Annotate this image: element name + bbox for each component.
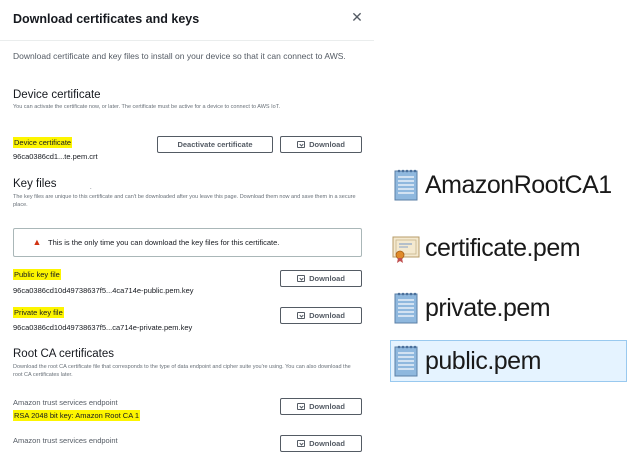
root-ca-key-1: RSA 2048 bit key: Amazon Root CA 1	[13, 410, 141, 421]
text-file-icon	[390, 344, 422, 378]
device-certificate-heading: Device certificate	[13, 89, 101, 101]
file-name: public.pem	[425, 346, 541, 375]
download-label: Download	[309, 274, 345, 283]
dialog-header: Download certificates and keys ✕	[0, 0, 374, 41]
device-certificate-filename: 96ca0386cd1...te.pem.crt	[13, 152, 98, 161]
download-icon	[297, 275, 306, 282]
close-icon[interactable]: ✕	[350, 10, 364, 24]
download-public-key-button[interactable]: Download	[280, 270, 362, 287]
download-icon	[297, 312, 306, 319]
text-file-icon	[390, 168, 422, 202]
file-item[interactable]: public.pem	[390, 341, 541, 381]
download-label: Download	[309, 140, 345, 149]
download-dialog: Download certificates and keys ✕ Downloa…	[0, 0, 374, 452]
file-name: private.pem	[425, 293, 551, 322]
file-item[interactable]: certificate.pem	[390, 228, 581, 268]
deactivate-certificate-label: Deactivate certificate	[177, 140, 253, 149]
download-label: Download	[309, 402, 345, 411]
text-file-icon	[390, 291, 422, 325]
download-icon	[297, 403, 306, 410]
file-name: certificate.pem	[425, 233, 581, 262]
root-ca-heading: Root CA certificates	[13, 348, 114, 360]
download-device-certificate-button[interactable]: Download	[280, 136, 362, 153]
root-ca-endpoint-1: Amazon trust services endpoint	[13, 398, 118, 407]
key-files-description: The key files are unique to this certifi…	[13, 194, 356, 208]
file-item[interactable]: AmazonRootCA1	[390, 165, 612, 205]
device-certificate-label-text: Device certificate	[13, 137, 73, 148]
download-root-ca-2-button[interactable]: Download	[280, 435, 362, 452]
intro-text: Download certificate and key files to in…	[13, 51, 346, 61]
file-item[interactable]: private.pem	[390, 288, 551, 328]
download-icon	[297, 141, 306, 148]
certificate-file-icon	[390, 231, 422, 265]
public-key-label-text: Public key file	[13, 269, 61, 280]
alert-text: This is the only time you can download t…	[48, 238, 280, 247]
root-ca-endpoint-2: Amazon trust services endpoint	[13, 436, 118, 445]
root-ca-key-1-text: RSA 2048 bit key: Amazon Root CA 1	[13, 410, 141, 421]
download-label: Download	[309, 439, 345, 448]
key-files-warning-alert: ▲ This is the only time you can download…	[13, 228, 362, 257]
deactivate-certificate-button[interactable]: Deactivate certificate	[157, 136, 273, 153]
private-key-label: Private key file	[13, 307, 64, 318]
dialog-title: Download certificates and keys	[13, 12, 200, 26]
download-private-key-button[interactable]: Download	[280, 307, 362, 324]
root-ca-description: Download the root CA certificate file th…	[13, 364, 351, 378]
file-list: AmazonRootCA1 certificate.pem private.pe…	[390, 160, 627, 400]
warning-icon: ▲	[32, 237, 42, 247]
stray-dot: .	[90, 185, 92, 191]
download-icon	[297, 440, 306, 447]
download-label: Download	[309, 311, 345, 320]
private-key-label-text: Private key file	[13, 307, 64, 318]
download-root-ca-1-button[interactable]: Download	[280, 398, 362, 415]
device-certificate-description: You can activate the certificate now, or…	[13, 104, 280, 110]
key-files-heading: Key files	[13, 178, 57, 190]
device-certificate-label: Device certificate	[13, 137, 73, 148]
public-key-filename: 96ca0386cd10d49738637f5...4ca714e-public…	[13, 286, 194, 295]
public-key-label: Public key file	[13, 269, 61, 280]
private-key-filename: 96ca0386cd10d49738637f5...ca714e-private…	[13, 323, 193, 332]
file-name: AmazonRootCA1	[425, 170, 612, 199]
